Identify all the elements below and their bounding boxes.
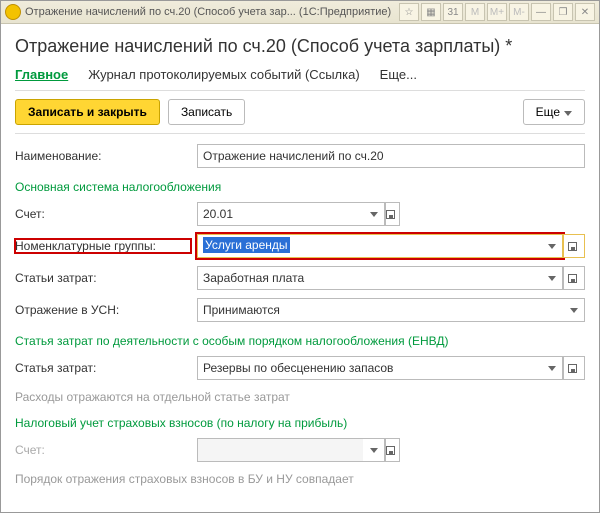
calendar-icon[interactable]: 31 [443,3,463,21]
tab-main[interactable]: Главное [15,67,68,82]
cost-item2-field [197,356,563,380]
label-name: Наименование: [15,149,191,163]
calculator-icon[interactable]: ▦ [421,3,441,21]
m-minus-button[interactable]: M- [509,3,529,21]
cost-items-input[interactable] [197,266,541,290]
label-nomgroups: Номенклатурные группы: [15,239,191,253]
tab-journal[interactable]: Журнал протоколируемых событий (Ссылка) [88,67,359,82]
account2-field [197,438,385,462]
label-account2: Счет: [15,443,191,457]
minimize-button[interactable]: — [531,3,551,21]
row-account2: Счет: [15,438,585,462]
m-plus-button[interactable]: M+ [487,3,507,21]
favorite-icon[interactable]: ☆ [399,3,419,21]
label-cost-item2: Статья затрат: [15,361,191,375]
row-nomgroups: Номенклатурные группы: Услуги аренды [15,234,585,258]
app-window: Отражение начислений по сч.20 (Способ уч… [0,0,600,513]
row-cost-item2: Статья затрат: [15,356,585,380]
close-button[interactable]: ✕ [575,3,595,21]
cost-items-dropdown-button[interactable] [541,266,563,290]
write-close-button[interactable]: Записать и закрыть [15,99,160,125]
label-usn: Отражение в УСН: [15,303,191,317]
nomgroups-dropdown-button[interactable] [541,234,563,258]
nomgroups-open-button[interactable] [563,234,585,258]
form: Наименование: Основная система налогообл… [15,144,585,486]
section-insurance: Налоговый учет страховых взносов (по нал… [15,416,585,430]
account-dropdown-button[interactable] [363,202,385,226]
chevron-down-icon [564,105,572,119]
row-account: Счет: [15,202,585,226]
maximize-button[interactable]: ❐ [553,3,573,21]
row-name: Наименование: [15,144,585,168]
usn-field [197,298,585,322]
titlebar-buttons: ☆ ▦ 31 M M+ M- — ❐ ✕ [399,3,595,21]
nomgroups-value: Услуги аренды [203,237,290,253]
cost-items-field [197,266,563,290]
nomgroups-input[interactable]: Услуги аренды [197,234,541,258]
account2-input [197,438,363,462]
usn-dropdown-button[interactable] [563,298,585,322]
section-tax: Основная система налогообложения [15,180,585,194]
label-account: Счет: [15,207,191,221]
account2-dropdown-button [363,438,385,462]
cost-item2-dropdown-button[interactable] [541,356,563,380]
content-area: Отражение начислений по сч.20 (Способ уч… [1,24,599,512]
command-bar: Записать и закрыть Записать Еще [15,90,585,134]
hint-envd: Расходы отражаются на отдельной статье з… [15,390,585,404]
account-input[interactable] [197,202,363,226]
hint-insurance: Порядок отражения страховых взносов в БУ… [15,472,585,486]
more-button[interactable]: Еще [523,99,585,125]
account-field [197,202,385,226]
section-envd: Статья затрат по деятельности с особым п… [15,334,585,348]
row-cost-items: Статьи затрат: [15,266,585,290]
row-usn: Отражение в УСН: [15,298,585,322]
cost-item2-input[interactable] [197,356,541,380]
titlebar: Отражение начислений по сч.20 (Способ уч… [1,1,599,24]
write-button[interactable]: Записать [168,99,245,125]
more-button-label: Еще [536,105,560,119]
account2-open-button [385,438,400,462]
cost-items-open-button[interactable] [563,266,585,290]
tabs-more[interactable]: Еще... [380,67,417,82]
account-open-button[interactable] [385,202,400,226]
name-input[interactable] [197,144,585,168]
app-icon [5,4,21,20]
window-title: Отражение начислений по сч.20 (Способ уч… [25,6,399,18]
m-button[interactable]: M [465,3,485,21]
tab-bar: Главное Журнал протоколируемых событий (… [15,67,585,82]
cost-item2-open-button[interactable] [563,356,585,380]
nomgroups-field: Услуги аренды [197,234,563,258]
page-title: Отражение начислений по сч.20 (Способ уч… [15,36,585,57]
usn-input[interactable] [197,298,563,322]
label-cost-items: Статьи затрат: [15,271,191,285]
